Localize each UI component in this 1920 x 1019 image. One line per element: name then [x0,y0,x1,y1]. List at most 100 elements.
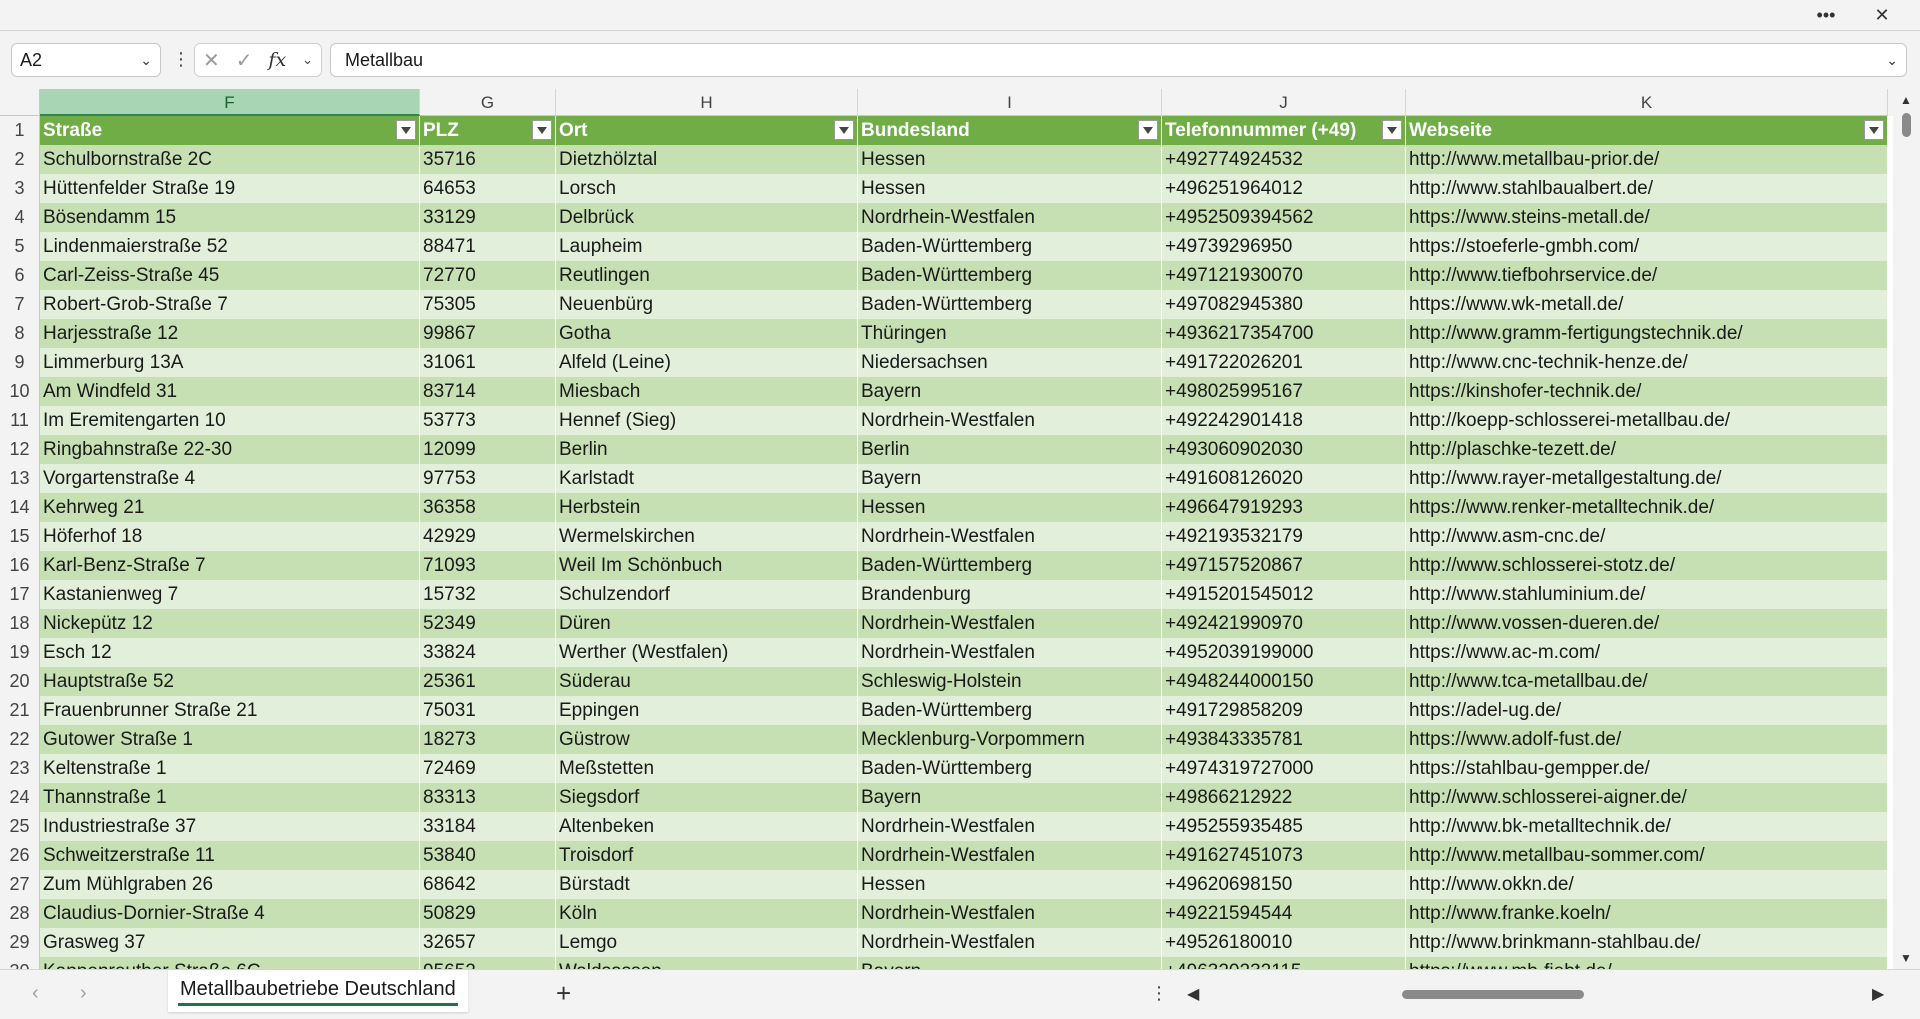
cell-j[interactable]: +496320232115 [1162,957,1406,969]
horizontal-scroll-thumb[interactable] [1402,990,1584,999]
cell-i[interactable]: Nordrhein-Westfalen [858,203,1162,232]
cell-g[interactable]: 99867 [420,319,556,348]
filter-dropdown-icon[interactable] [834,120,854,140]
cell-g[interactable]: 32657 [420,928,556,957]
row-header[interactable]: 10 [0,377,40,406]
cell-i[interactable]: Bayern [858,957,1162,969]
cell-k[interactable]: http://www.schlosserei-stotz.de/ [1406,551,1888,580]
check-icon[interactable]: ✓ [236,48,253,73]
cell-h[interactable]: Hennef (Sieg) [556,406,858,435]
cell-f[interactable]: Esch 12 [40,638,420,667]
cell-k[interactable]: https://kinshofer-technik.de/ [1406,377,1888,406]
row-header[interactable]: 23 [0,754,40,783]
cell-g[interactable]: 72770 [420,261,556,290]
cell-i[interactable]: Niedersachsen [858,348,1162,377]
vertical-scroll-thumb[interactable] [1902,113,1911,137]
cell-f[interactable]: Am Windfeld 31 [40,377,420,406]
cell-f[interactable]: Lindenmaierstraße 52 [40,232,420,261]
cell-j[interactable]: +496251964012 [1162,174,1406,203]
row-header[interactable]: 21 [0,696,40,725]
insert-function-icon[interactable]: fx [268,49,286,71]
cell-k[interactable]: http://www.tiefbohrservice.de/ [1406,261,1888,290]
cell-g[interactable]: 53773 [420,406,556,435]
cell-f[interactable]: Hüttenfelder Straße 19 [40,174,420,203]
filter-dropdown-icon[interactable] [1382,120,1402,140]
cell-i[interactable]: Nordrhein-Westfalen [858,928,1162,957]
row-header[interactable]: 30 [0,957,40,969]
cell-g[interactable]: 33824 [420,638,556,667]
row-header[interactable]: 18 [0,609,40,638]
formula-input[interactable]: Metallbau ⌄ [330,43,1907,77]
vertical-dots-icon[interactable]: ⋮ [1150,983,1168,1004]
cell-i[interactable]: Nordrhein-Westfalen [858,406,1162,435]
cell-i[interactable]: Baden-Württemberg [858,261,1162,290]
cell-i[interactable]: Baden-Württemberg [858,290,1162,319]
cell-i[interactable]: Bayern [858,377,1162,406]
filter-dropdown-icon[interactable] [396,120,416,140]
cell-g[interactable]: 75305 [420,290,556,319]
cell-j[interactable]: +4952039199000 [1162,638,1406,667]
cell-f[interactable]: Höferhof 18 [40,522,420,551]
cell-k[interactable]: https://www.adolf-fust.de/ [1406,725,1888,754]
cell-h[interactable]: Karlstadt [556,464,858,493]
cell-j[interactable]: +493060902030 [1162,435,1406,464]
cell-j[interactable]: +496647919293 [1162,493,1406,522]
cell-h[interactable]: Reutlingen [556,261,858,290]
cell-f[interactable]: Nickepütz 12 [40,609,420,638]
row-header[interactable]: 16 [0,551,40,580]
cell-h[interactable]: Werther (Westfalen) [556,638,858,667]
scroll-down-icon[interactable]: ▼ [1900,951,1912,965]
cell-h[interactable]: Lorsch [556,174,858,203]
cell-i[interactable]: Mecklenburg-Vorpommern [858,725,1162,754]
cell-h[interactable]: Delbrück [556,203,858,232]
cell-h[interactable]: Süderau [556,667,858,696]
cell-h[interactable]: Schulzendorf [556,580,858,609]
row-header[interactable]: 19 [0,638,40,667]
close-button[interactable]: ✕ [1862,0,1902,30]
cell-h[interactable]: Köln [556,899,858,928]
cell-h[interactable]: Laupheim [556,232,858,261]
row-header-1[interactable]: 1 [0,116,40,145]
cell-f[interactable]: Robert-Grob-Straße 7 [40,290,420,319]
scroll-right-icon[interactable]: ▶ [1872,984,1884,1004]
cell-i[interactable]: Hessen [858,145,1162,174]
cell-i[interactable]: Baden-Württemberg [858,232,1162,261]
cell-i[interactable]: Hessen [858,174,1162,203]
row-header[interactable]: 11 [0,406,40,435]
header-cell-k[interactable]: Webseite [1406,116,1888,145]
cell-f[interactable]: Kastanienweg 7 [40,580,420,609]
cell-h[interactable]: Berlin [556,435,858,464]
cell-f[interactable]: Vorgartenstraße 4 [40,464,420,493]
cell-f[interactable]: Limmerburg 13A [40,348,420,377]
cell-f[interactable]: Kehrweg 21 [40,493,420,522]
cell-h[interactable]: Altenbeken [556,812,858,841]
cell-i[interactable]: Schleswig-Holstein [858,667,1162,696]
cell-f[interactable]: Thannstraße 1 [40,783,420,812]
cell-i[interactable]: Nordrhein-Westfalen [858,638,1162,667]
cell-g[interactable]: 68642 [420,870,556,899]
more-options-button[interactable]: ••• [1806,0,1846,30]
cell-g[interactable]: 71093 [420,551,556,580]
cell-i[interactable]: Baden-Württemberg [858,754,1162,783]
cell-j[interactable]: +491627451073 [1162,841,1406,870]
cell-f[interactable]: Im Eremitengarten 10 [40,406,420,435]
cell-k[interactable]: https://www.mb-fiebt.de/ [1406,957,1888,969]
cell-k[interactable]: https://www.steins-metall.de/ [1406,203,1888,232]
vertical-scrollbar[interactable]: ▲ ▼ [1893,89,1920,969]
cell-k[interactable]: http://koepp-schlosserei-metallbau.de/ [1406,406,1888,435]
select-all-corner[interactable] [0,89,40,116]
cell-g[interactable]: 42929 [420,522,556,551]
row-header[interactable]: 26 [0,841,40,870]
cell-g[interactable]: 83714 [420,377,556,406]
cell-g[interactable]: 12099 [420,435,556,464]
cell-i[interactable]: Berlin [858,435,1162,464]
cell-h[interactable]: Wermelskirchen [556,522,858,551]
cell-k[interactable]: https://www.renker-metalltechnik.de/ [1406,493,1888,522]
sheet-tab-active[interactable]: Metallbaubetriebe Deutschland [168,970,468,1012]
cell-g[interactable]: 31061 [420,348,556,377]
header-cell-i[interactable]: Bundesland [858,116,1162,145]
row-header[interactable]: 14 [0,493,40,522]
cell-g[interactable]: 52349 [420,609,556,638]
header-cell-h[interactable]: Ort [556,116,858,145]
cell-k[interactable]: http://www.schlosserei-aigner.de/ [1406,783,1888,812]
